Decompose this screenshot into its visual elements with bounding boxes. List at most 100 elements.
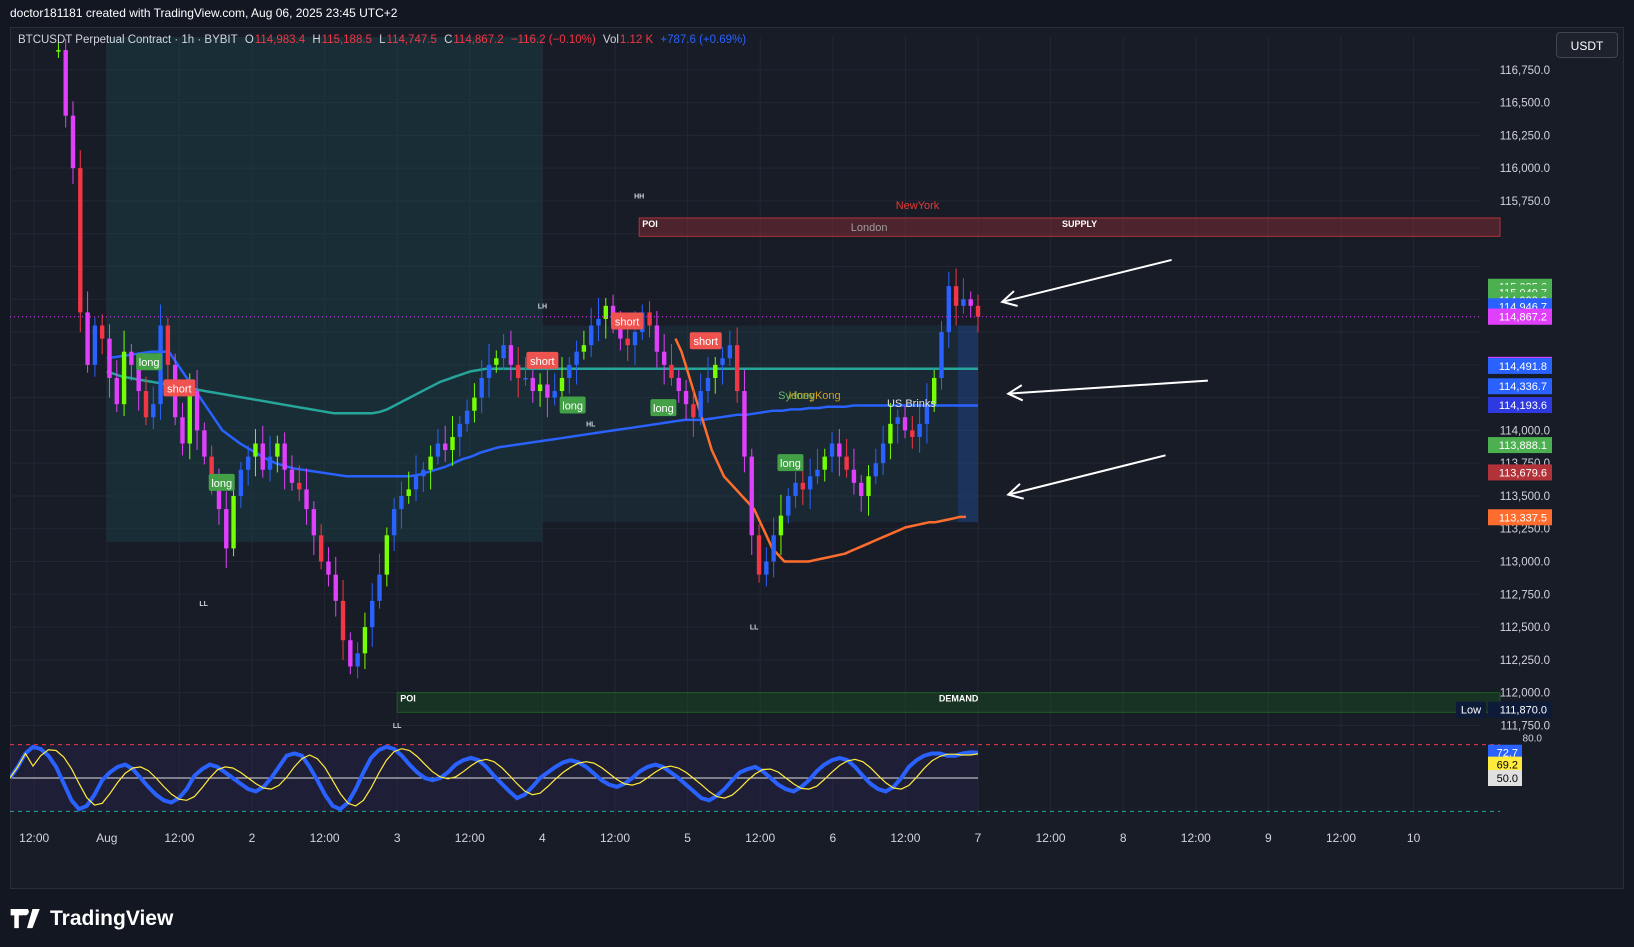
candle-body bbox=[880, 443, 886, 464]
candle-body bbox=[800, 482, 806, 490]
price-chart[interactable]: POI SUPPLYPOI DEMANDHHLHHLLLLLLLNewYorkLon… bbox=[10, 27, 1624, 889]
candle-body bbox=[238, 469, 244, 496]
price-label-text: 113,337.5 bbox=[1499, 512, 1547, 524]
candle-body bbox=[399, 495, 404, 510]
candle-body bbox=[895, 417, 900, 424]
candle-body bbox=[479, 377, 484, 398]
candle-body bbox=[888, 423, 893, 444]
candle-body bbox=[691, 404, 696, 418]
candle bbox=[362, 612, 368, 670]
candle bbox=[78, 150, 83, 333]
candle bbox=[968, 291, 973, 318]
candle-body bbox=[632, 332, 638, 346]
candle bbox=[961, 278, 966, 314]
signal-long: long bbox=[559, 396, 586, 414]
close-label: C bbox=[444, 34, 453, 46]
candle bbox=[384, 527, 390, 587]
time-axis-tick: 12:00 bbox=[1181, 831, 1211, 845]
candle-body bbox=[377, 574, 382, 601]
candle-body bbox=[837, 443, 842, 457]
structure-label-ll: LL bbox=[393, 723, 402, 730]
candle-body bbox=[581, 345, 587, 352]
candle-body bbox=[953, 286, 959, 306]
candle-body bbox=[194, 391, 200, 431]
candle-body bbox=[654, 325, 660, 352]
candle-body bbox=[975, 305, 981, 317]
brand-name: TradingView bbox=[50, 907, 174, 930]
candle-body bbox=[340, 600, 346, 641]
change-value: −116.2 (−0.10%) bbox=[510, 34, 596, 46]
time-axis-tick: 12:00 bbox=[600, 831, 630, 845]
signal-text: short bbox=[167, 383, 191, 395]
candle-body bbox=[705, 377, 711, 392]
candle-body bbox=[822, 456, 827, 470]
candle-body bbox=[421, 469, 426, 477]
candle bbox=[333, 556, 338, 617]
attribution-text: doctor181181 created with TradingView.co… bbox=[10, 6, 398, 20]
candle-body bbox=[567, 364, 572, 378]
candle-body bbox=[859, 482, 864, 496]
candle-body bbox=[56, 50, 61, 52]
candle-body bbox=[289, 469, 295, 483]
candle-body bbox=[63, 50, 68, 116]
candle-body bbox=[275, 443, 280, 457]
candle-body bbox=[873, 463, 879, 477]
candle-body bbox=[742, 391, 747, 457]
session-label: US Brinks bbox=[887, 398, 936, 410]
candle-body bbox=[413, 476, 419, 490]
candle-body bbox=[224, 509, 229, 549]
candle-body bbox=[107, 338, 112, 378]
candle-body bbox=[355, 653, 360, 667]
candle-body bbox=[939, 332, 944, 378]
price-label-text: 111,870.0 bbox=[1500, 705, 1547, 717]
volume-value: 1.12 K bbox=[619, 34, 654, 46]
symbol-title[interactable]: BTCUSDT Perpetual Contract · 1h · BYBIT bbox=[18, 34, 238, 46]
candle-body bbox=[267, 456, 273, 470]
signal-short: short bbox=[163, 379, 196, 397]
candle bbox=[85, 291, 90, 373]
currency-button[interactable]: USDT bbox=[1556, 32, 1618, 58]
candle-body bbox=[428, 456, 433, 470]
candle-body bbox=[318, 535, 324, 562]
candle-body bbox=[603, 305, 608, 319]
time-axis-tick: 12:00 bbox=[745, 831, 775, 845]
candle-body bbox=[866, 476, 871, 496]
candle-body bbox=[917, 423, 922, 437]
price-axis-tick: 112,000.0 bbox=[1500, 688, 1550, 700]
candle bbox=[70, 101, 76, 184]
candle-body bbox=[362, 627, 368, 654]
candle-body bbox=[559, 377, 565, 392]
price-axis-tick: 113,250.0 bbox=[1500, 524, 1550, 536]
candle-body bbox=[326, 561, 331, 575]
candle-body bbox=[391, 509, 397, 536]
signal-long: long bbox=[777, 454, 804, 472]
candle-body bbox=[231, 495, 236, 549]
candle bbox=[749, 448, 754, 555]
time-axis-tick: 8 bbox=[1120, 831, 1127, 845]
signal-long: long bbox=[136, 353, 163, 371]
structure-label-lh: LH bbox=[538, 303, 547, 310]
price-label: 114,491.8 bbox=[1488, 357, 1552, 374]
price-axis-tick: 112,750.0 bbox=[1500, 589, 1550, 601]
candle-body bbox=[669, 364, 674, 378]
candle-body bbox=[683, 391, 689, 405]
candle-body bbox=[333, 574, 338, 601]
candle-body bbox=[435, 443, 441, 457]
candle-body bbox=[844, 456, 849, 470]
arrow-shaft bbox=[1008, 379, 1208, 395]
candle-body bbox=[406, 489, 411, 496]
candle bbox=[311, 501, 317, 555]
zone-poi-label: POI bbox=[642, 219, 658, 229]
time-axis-tick: 5 bbox=[684, 831, 691, 845]
candle-body bbox=[851, 469, 857, 483]
time-axis-tick: 12:00 bbox=[890, 831, 920, 845]
candle-body bbox=[187, 391, 192, 444]
signal-text: short bbox=[530, 356, 554, 368]
price-label-text: 113,888.1 bbox=[1499, 440, 1547, 452]
price-label: 113,337.5 bbox=[1488, 509, 1552, 526]
candle-body bbox=[501, 345, 506, 359]
candle-body bbox=[902, 417, 908, 431]
time-axis-tick: 4 bbox=[539, 831, 546, 845]
close-value: 114,867.2 bbox=[453, 34, 504, 46]
candle bbox=[355, 642, 360, 679]
